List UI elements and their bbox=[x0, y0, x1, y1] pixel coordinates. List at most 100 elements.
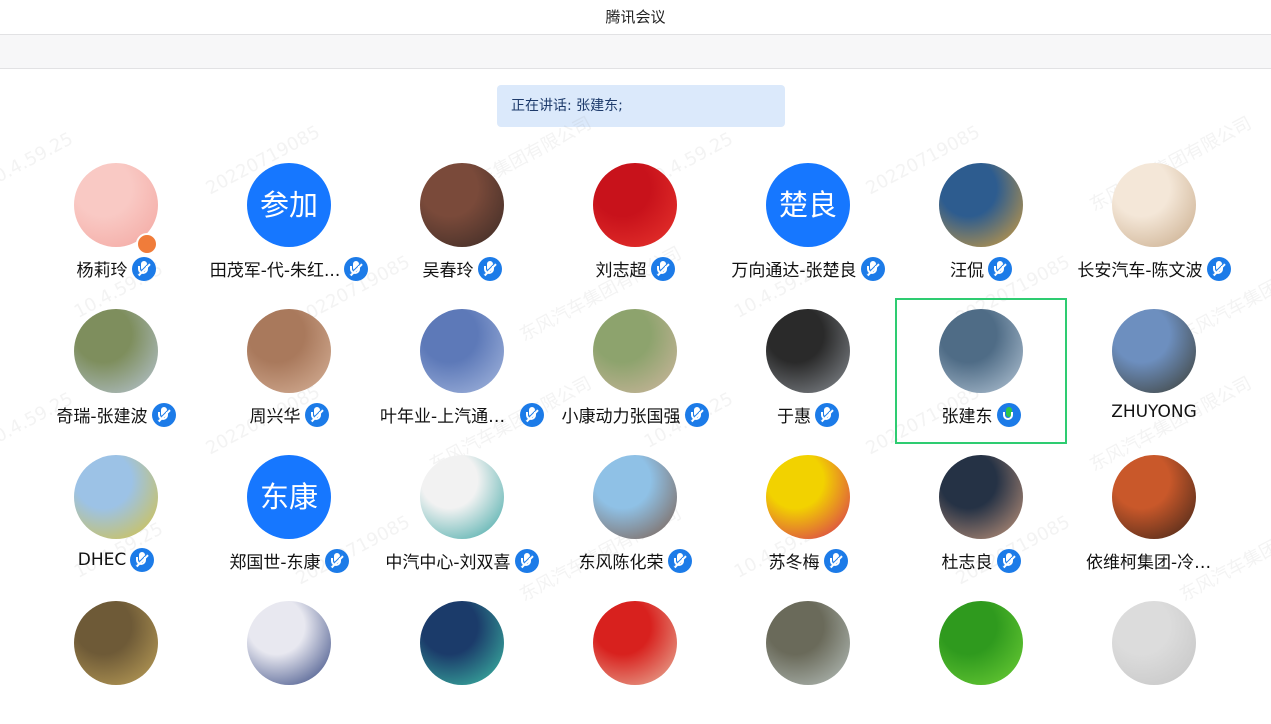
participant-name-row: 杜志良 bbox=[895, 548, 1067, 574]
participant-tile[interactable]: 杨莉玲 bbox=[30, 150, 202, 286]
mic-muted-icon bbox=[130, 548, 155, 572]
mic-slash-icon bbox=[672, 554, 687, 568]
participant-avatar bbox=[420, 455, 504, 539]
toolbar bbox=[0, 34, 1271, 69]
participant-tile[interactable] bbox=[722, 588, 894, 724]
participant-tile[interactable]: 中汽中心-刘双喜 bbox=[376, 442, 548, 578]
participant-name: 长安汽车-陈文波 bbox=[1077, 261, 1203, 281]
participant-avatar bbox=[593, 601, 677, 685]
participant-avatar bbox=[420, 163, 504, 247]
participant-avatar: 参加 bbox=[247, 163, 331, 247]
participant-avatar: 东康 bbox=[247, 455, 331, 539]
participant-tile[interactable]: 小康动力张国强 bbox=[549, 296, 721, 432]
participant-name: 刘志超 bbox=[595, 261, 647, 281]
participant-name-row: 依维柯集团-冷雪鹰 bbox=[1068, 548, 1240, 574]
mic-muted-icon bbox=[1206, 256, 1231, 281]
participant-tile[interactable] bbox=[895, 588, 1067, 724]
participant-avatar bbox=[593, 163, 677, 247]
participant-avatar bbox=[1112, 163, 1196, 247]
participant-tile[interactable] bbox=[376, 588, 548, 724]
participant-tile[interactable]: 叶年业-上汽通用... bbox=[376, 296, 548, 432]
participant-tile[interactable]: DHEC bbox=[30, 442, 202, 578]
participant-name-row: 刘志超 bbox=[549, 256, 721, 282]
participant-avatar bbox=[1112, 455, 1196, 539]
participant-name: 于惠 bbox=[777, 407, 811, 427]
participant-name-row: 中汽中心-刘双喜 bbox=[376, 548, 548, 574]
mic-slash-icon bbox=[820, 408, 834, 422]
participant-name: 杜志良 bbox=[941, 553, 993, 573]
participant-tile[interactable]: 奇瑞-张建波 bbox=[30, 296, 202, 432]
participant-name-row: 奇瑞-张建波 bbox=[30, 402, 202, 428]
participant-avatar bbox=[593, 309, 677, 393]
participant-name: 苏冬梅 bbox=[768, 553, 820, 573]
participant-tile[interactable]: 汪侃 bbox=[895, 150, 1067, 286]
participant-avatar bbox=[420, 601, 504, 685]
participant-avatar bbox=[593, 455, 677, 539]
participant-tile[interactable]: 吴春玲 bbox=[376, 150, 548, 286]
participant-tile[interactable]: 长安汽车-陈文波 bbox=[1068, 150, 1240, 286]
participant-avatar bbox=[1112, 309, 1196, 393]
participant-name-row: 汪侃 bbox=[895, 256, 1067, 282]
participant-tile[interactable]: 依维柯集团-冷雪鹰 bbox=[1068, 442, 1240, 578]
mic-muted-icon bbox=[151, 402, 176, 427]
participant-name-row: 苏冬梅 bbox=[722, 548, 894, 574]
participant-name: 中汽中心-刘双喜 bbox=[385, 553, 511, 573]
mic-slash-icon bbox=[156, 408, 171, 422]
participant-name-row: 郑国世-东康 bbox=[203, 548, 375, 574]
mic-slash-icon bbox=[865, 262, 880, 276]
participant-name: 田茂军-代-朱红... bbox=[209, 261, 341, 281]
participant-avatar bbox=[766, 309, 850, 393]
participant-tile[interactable]: 参加田茂军-代-朱红... bbox=[203, 150, 375, 286]
participant-tile[interactable]: 楚良 万向通达-张楚良 bbox=[722, 150, 894, 286]
mic-slash-icon bbox=[349, 262, 363, 276]
participant-tile[interactable]: 周兴华 bbox=[203, 296, 375, 432]
participant-name-row: DHEC bbox=[30, 548, 202, 574]
participant-avatar bbox=[74, 309, 158, 393]
mic-muted-icon bbox=[344, 256, 369, 281]
active-speaker-frame bbox=[895, 298, 1067, 444]
participant-tile[interactable]: 东康郑国世-东康 bbox=[203, 442, 375, 578]
participant-tile[interactable]: 张建东 bbox=[895, 296, 1067, 444]
mic-muted-icon bbox=[815, 402, 839, 427]
participant-name-row: 周兴华 bbox=[203, 402, 375, 428]
speaking-banner-text: 正在讲话: 张建东; bbox=[511, 98, 623, 114]
mic-slash-icon bbox=[993, 262, 1007, 276]
mic-slash-icon bbox=[689, 408, 704, 422]
participant-name: ZHUYONG bbox=[1111, 402, 1197, 422]
participant-name: 吴春玲 bbox=[422, 261, 474, 281]
participant-tile[interactable] bbox=[549, 588, 721, 724]
participant-tile[interactable]: 苏冬梅 bbox=[722, 442, 894, 578]
participant-name-row: 万向通达-张楚良 bbox=[722, 256, 894, 282]
participant-tile[interactable]: 刘志超 bbox=[549, 150, 721, 286]
participant-avatar bbox=[939, 163, 1023, 247]
participant-tile[interactable]: ZHUYONG bbox=[1068, 296, 1240, 432]
participant-avatar bbox=[420, 309, 504, 393]
mic-slash-icon bbox=[136, 262, 151, 276]
participant-name-row: 长安汽车-陈文波 bbox=[1068, 256, 1240, 282]
mic-slash-icon bbox=[519, 554, 534, 568]
speaking-banner: 正在讲话: 张建东; bbox=[497, 85, 785, 127]
participant-name: 奇瑞-张建波 bbox=[56, 407, 148, 427]
participant-tile[interactable] bbox=[203, 588, 375, 724]
participant-name: DHEC bbox=[77, 550, 127, 570]
participant-name: 万向通达-张楚良 bbox=[731, 261, 857, 281]
participant-tile[interactable] bbox=[30, 588, 202, 724]
mic-slash-icon bbox=[525, 408, 539, 422]
participant-name-row: 小康动力张国强 bbox=[549, 402, 721, 428]
participant-avatar bbox=[247, 309, 331, 393]
participant-tile[interactable]: 杜志良 bbox=[895, 442, 1067, 578]
participant-name: 依维柯集团-冷雪鹰 bbox=[1086, 553, 1222, 573]
mic-slash-icon bbox=[482, 262, 497, 276]
participant-avatar bbox=[74, 455, 158, 539]
participant-name-row: 田茂军-代-朱红... bbox=[203, 256, 375, 282]
participant-name-row: 东风陈化荣 bbox=[549, 548, 721, 574]
participant-avatar bbox=[74, 601, 158, 685]
participant-tile[interactable]: 于惠 bbox=[722, 296, 894, 432]
participant-name: 东风陈化荣 bbox=[578, 553, 664, 573]
participant-tile[interactable] bbox=[1068, 588, 1240, 724]
mic-slash-icon bbox=[828, 554, 843, 568]
participant-tile[interactable]: 东风陈化荣 bbox=[549, 442, 721, 578]
participant-name-row: 于惠 bbox=[722, 402, 894, 428]
mic-muted-icon bbox=[988, 256, 1012, 281]
mic-muted-icon bbox=[520, 402, 544, 427]
